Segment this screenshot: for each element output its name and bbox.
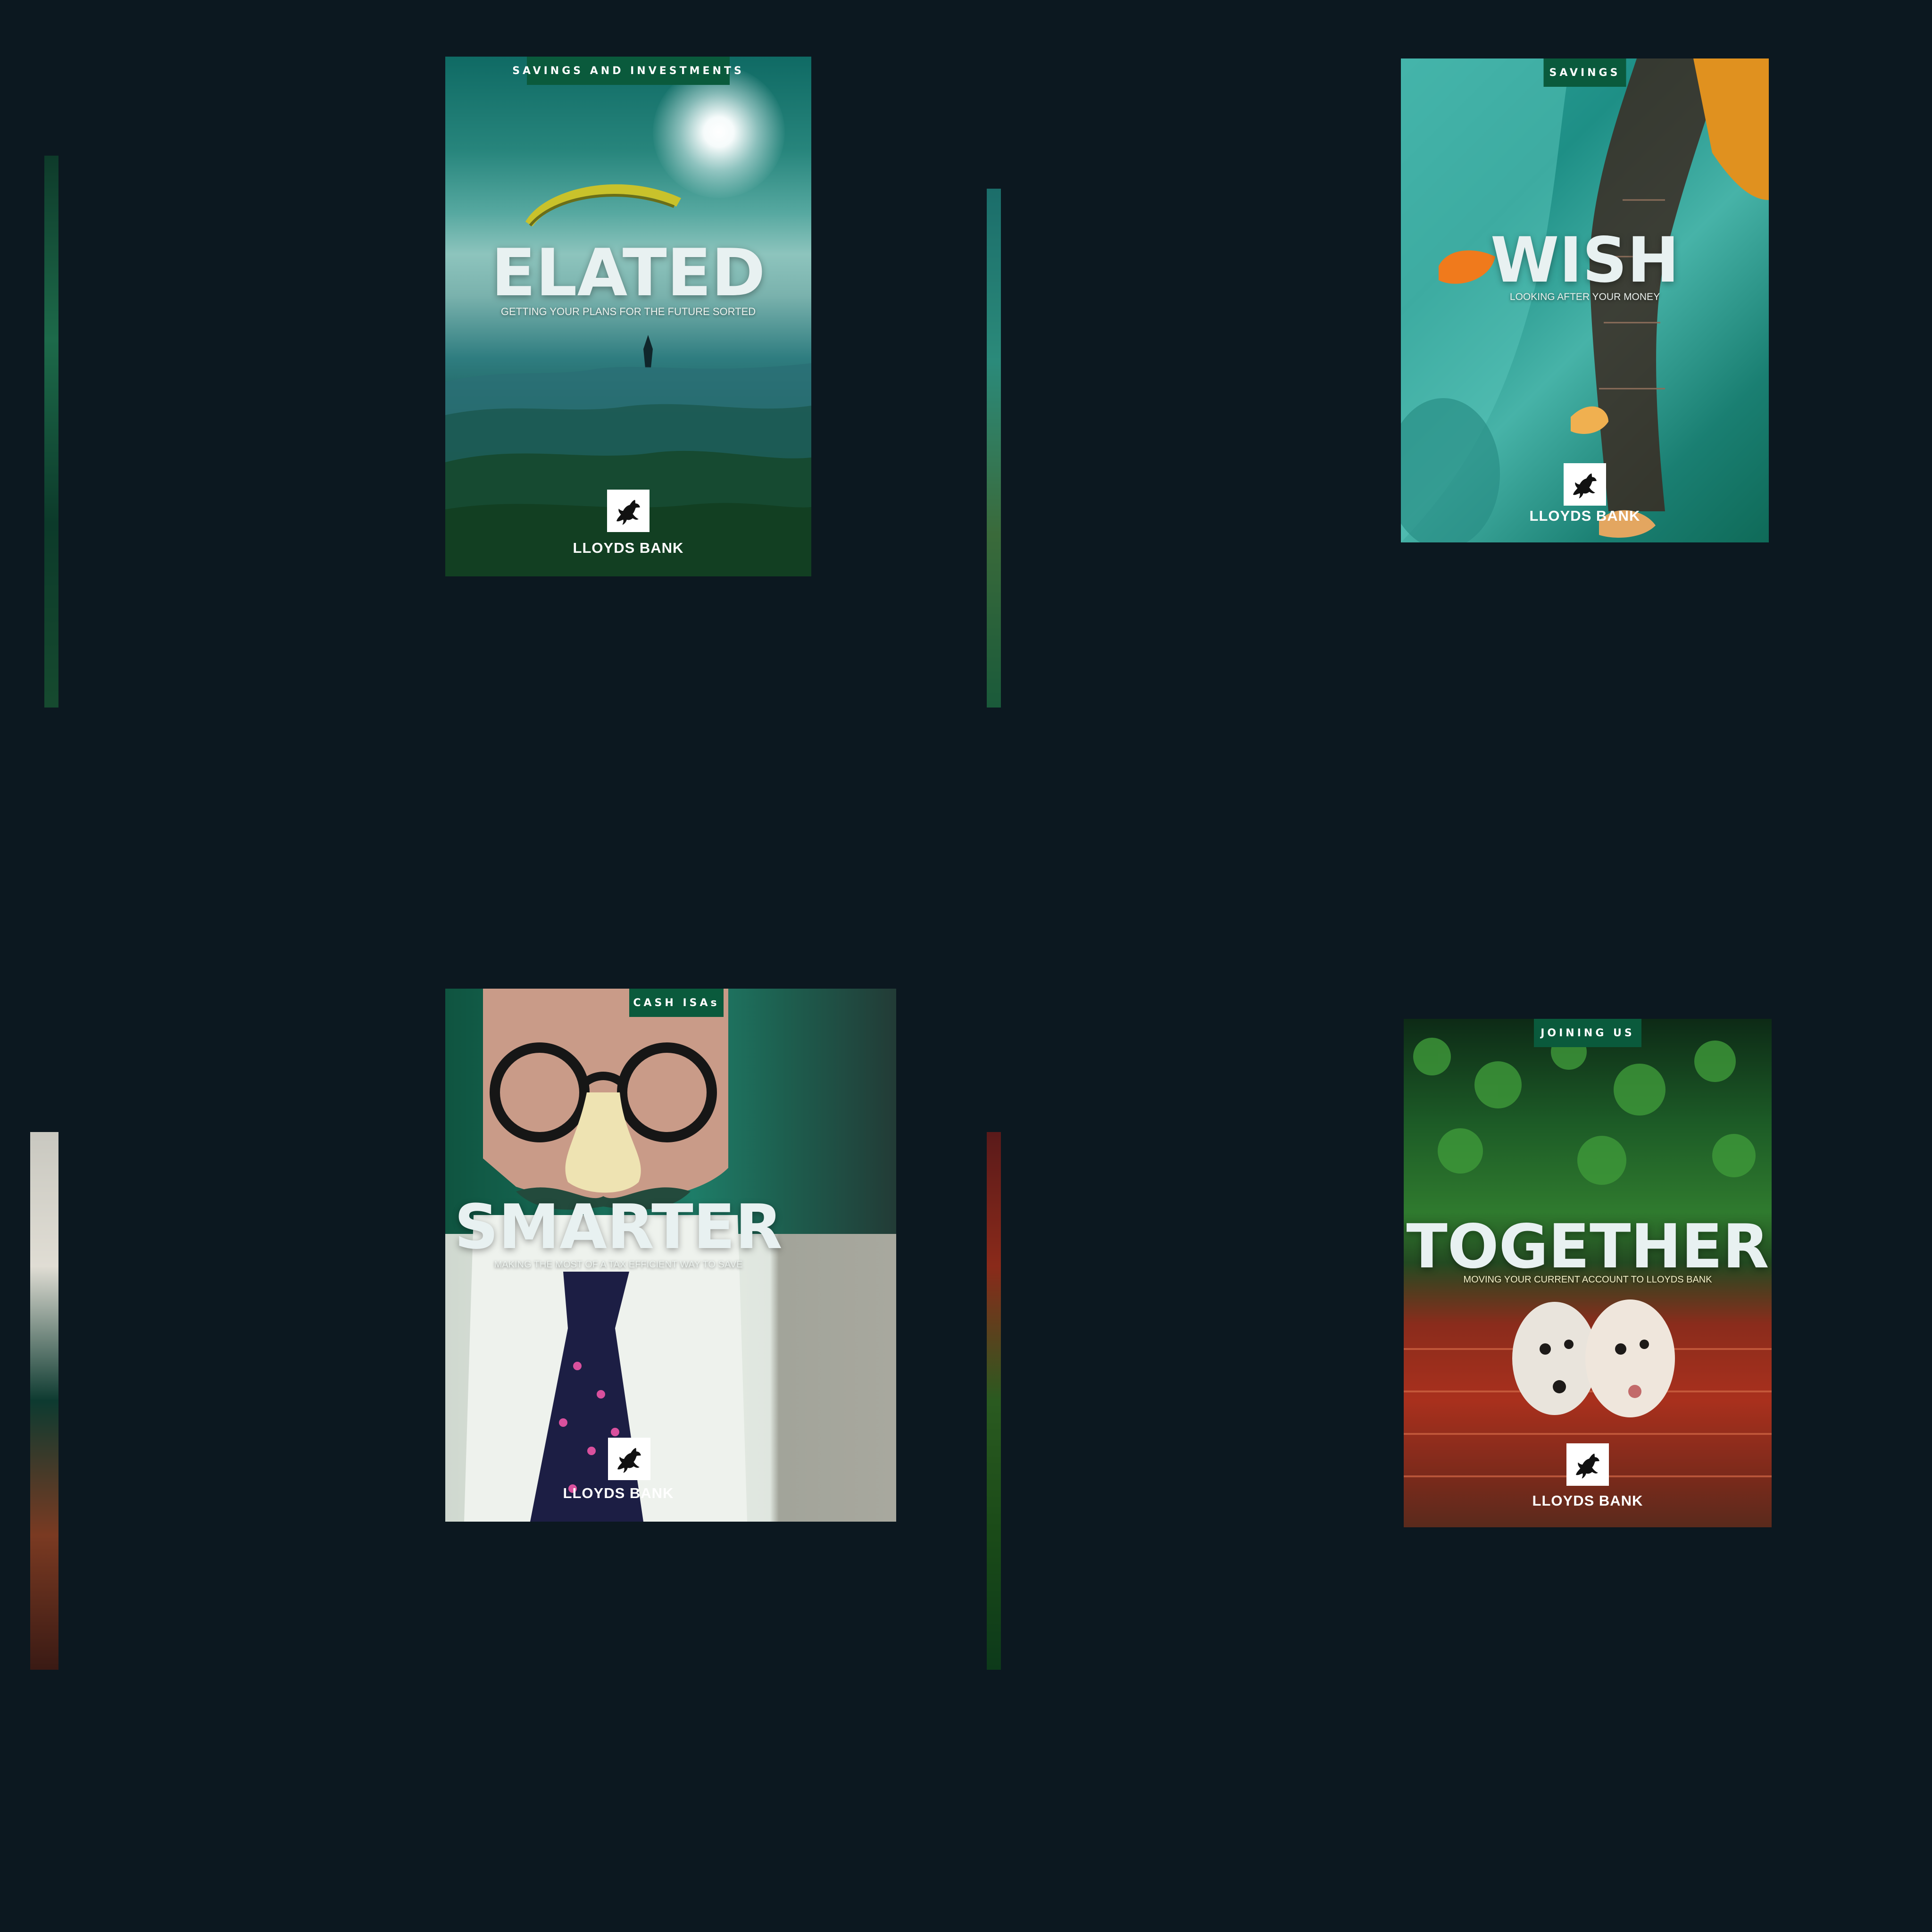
- edge-strip: [987, 1132, 1001, 1670]
- category-tag: JOINING US: [1534, 1019, 1641, 1047]
- black-horse-icon: [1569, 1446, 1606, 1483]
- subline: MAKING THE MOST OF A TAX EFFICIENT WAY T…: [494, 1259, 743, 1270]
- brand-name: LLOYDS BANK: [1529, 508, 1641, 524]
- edge-strip: [44, 156, 58, 708]
- headline: ELATED: [491, 235, 766, 311]
- category-tag: CASH ISAs: [629, 989, 724, 1017]
- category-tag-label: SAVINGS AND INVESTMENTS: [512, 65, 744, 77]
- lloyds-logo: [1566, 1443, 1609, 1486]
- poster-together: JOINING US TOGETHER MOVING YOUR CURRENT …: [1404, 1019, 1772, 1527]
- poster-smarter: CASH ISAs SMARTER MAKING THE MOST OF A T…: [445, 989, 896, 1522]
- brand-name: LLOYDS BANK: [563, 1485, 674, 1501]
- category-tag-label: SAVINGS: [1549, 67, 1621, 79]
- category-tag-label: JOINING US: [1541, 1027, 1635, 1039]
- black-horse-icon: [1566, 466, 1603, 503]
- edge-strip: [30, 1132, 58, 1670]
- category-tag: SAVINGS AND INVESTMENTS: [512, 57, 741, 85]
- subline: MOVING YOUR CURRENT ACCOUNT TO LLOYDS BA…: [1463, 1274, 1712, 1285]
- edge-strip: [987, 189, 1001, 708]
- lloyds-logo: [1564, 463, 1606, 506]
- headline: TOGETHER: [1406, 1212, 1769, 1282]
- category-tag-label: CASH ISAs: [633, 997, 720, 1009]
- black-horse-icon: [611, 1441, 648, 1477]
- poster-elated: SAVINGS AND INVESTMENTS ELATED GETTING Y…: [445, 57, 811, 576]
- brand-name: LLOYDS BANK: [1532, 1492, 1643, 1509]
- category-tag: SAVINGS: [1543, 58, 1626, 87]
- lloyds-logo: [607, 490, 650, 532]
- brand-name: LLOYDS BANK: [573, 540, 684, 556]
- headline: SMARTER: [454, 1191, 783, 1263]
- lloyds-logo: [608, 1438, 650, 1480]
- poster-wish: SAVINGS WISH LOOKING AFTER YOUR MONEY LL…: [1401, 58, 1769, 542]
- headline: WISH: [1490, 224, 1680, 297]
- subline: GETTING YOUR PLANS FOR THE FUTURE SORTED: [500, 306, 756, 317]
- subline: LOOKING AFTER YOUR MONEY: [1509, 291, 1660, 302]
- black-horse-icon: [610, 492, 647, 529]
